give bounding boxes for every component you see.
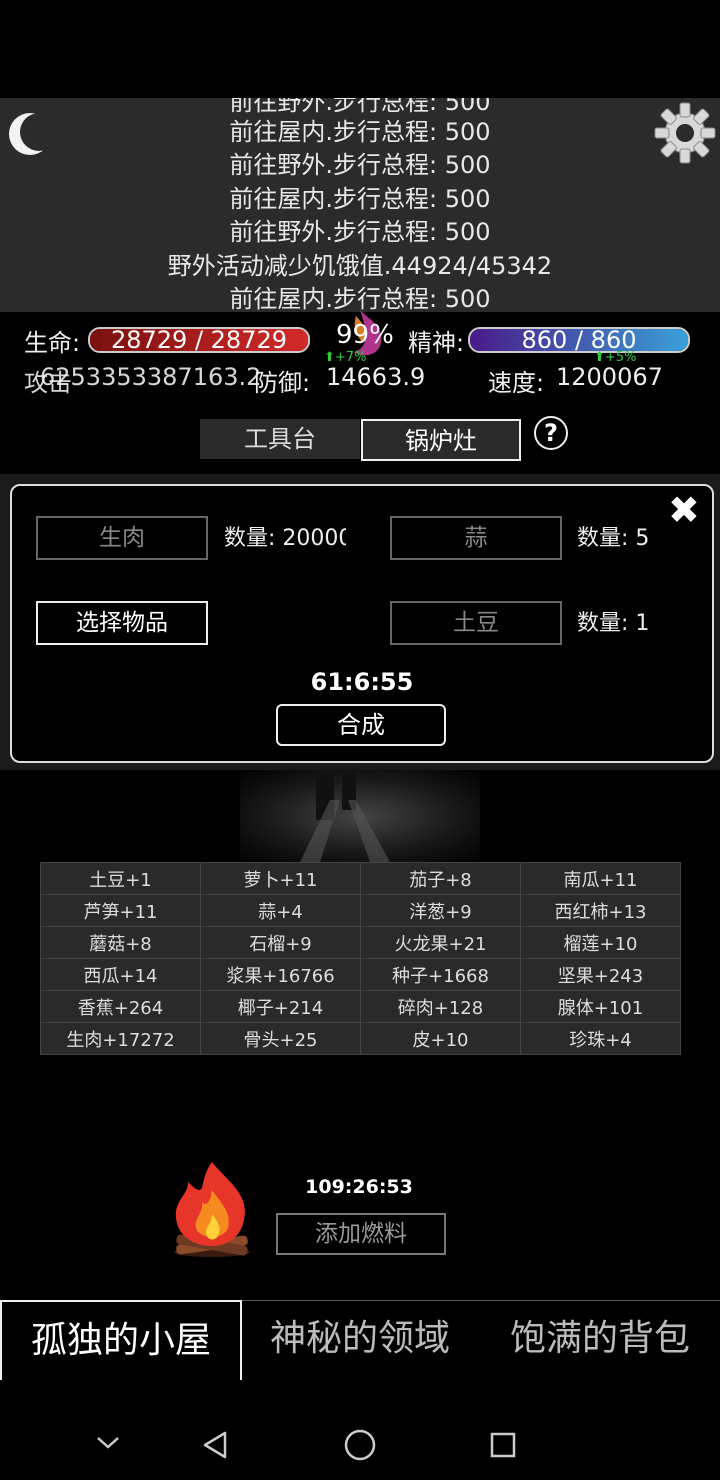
inventory-item[interactable]: 萝卜+11 bbox=[200, 862, 361, 895]
ingredient-qty: 数量: 1 bbox=[577, 611, 650, 636]
tab-workbench[interactable]: 工具台 bbox=[200, 419, 360, 459]
ingredient-slot-raw-meat[interactable]: 生肉 bbox=[36, 516, 208, 560]
inventory-item[interactable]: 西红柿+13 bbox=[520, 894, 681, 927]
percent-bonus: ⬆+7% bbox=[324, 350, 366, 365]
gear-icon[interactable] bbox=[652, 100, 718, 166]
inventory-row: 蘑菇+8 石榴+9 火龙果+21 榴莲+10 bbox=[40, 926, 681, 959]
ingredient-slot-potato[interactable]: 土豆 bbox=[390, 601, 562, 645]
home-icon[interactable] bbox=[343, 1428, 377, 1462]
status-bar bbox=[0, 0, 720, 98]
inventory-item[interactable]: 香蕉+264 bbox=[40, 990, 201, 1023]
speed-value: 1200067 bbox=[556, 363, 663, 391]
recent-apps-icon[interactable] bbox=[489, 1431, 517, 1459]
select-item-button[interactable]: 选择物品 bbox=[36, 601, 208, 645]
spirit-bar: 860 / 860 bbox=[468, 327, 690, 353]
inventory-item[interactable]: 生肉+17272 bbox=[40, 1022, 201, 1055]
inventory-item[interactable]: 火龙果+21 bbox=[360, 926, 521, 959]
inventory-row: 芦笋+11 蒜+4 洋葱+9 西红柿+13 bbox=[40, 894, 681, 927]
tab-full-backpack[interactable]: 饱满的背包 bbox=[480, 1300, 720, 1378]
chevron-down-icon[interactable] bbox=[94, 1434, 122, 1452]
log-line: 野外活动减少饥饿值.44924/45342 bbox=[167, 252, 553, 280]
inventory-item[interactable]: 西瓜+14 bbox=[40, 958, 201, 991]
inventory-item[interactable]: 碎肉+128 bbox=[360, 990, 521, 1023]
attack-value: 6253353387163.2 bbox=[40, 363, 262, 391]
inventory-item[interactable]: 浆果+16766 bbox=[200, 958, 361, 991]
defense-label: 防御: bbox=[254, 369, 311, 397]
defense-value: 14663.9 bbox=[326, 363, 426, 391]
inventory-item[interactable]: 芦笋+11 bbox=[40, 894, 201, 927]
inventory-item[interactable]: 南瓜+11 bbox=[520, 862, 681, 895]
log-line: 前往野外.步行总程: 500 bbox=[229, 151, 491, 179]
help-icon[interactable]: ? bbox=[534, 416, 568, 450]
close-icon[interactable]: ✖ bbox=[668, 488, 700, 532]
inventory-item[interactable]: 珍珠+4 bbox=[520, 1022, 681, 1055]
event-log: 前往野外.步行总程: 500 前往屋内.步行总程: 500 前往野外.步行总程:… bbox=[0, 98, 720, 312]
ingredient-qty: 数量: 20000 bbox=[224, 526, 346, 551]
inventory-item[interactable]: 榴莲+10 bbox=[520, 926, 681, 959]
craft-timer: 61:6:55 bbox=[310, 668, 414, 696]
tab-boiler[interactable]: 锅炉灶 bbox=[361, 419, 521, 461]
inventory-item[interactable]: 石榴+9 bbox=[200, 926, 361, 959]
ingredient-slot-garlic[interactable]: 蒜 bbox=[390, 516, 562, 560]
inventory-grid: 土豆+1 萝卜+11 茄子+8 南瓜+11 芦笋+11 蒜+4 洋葱+9 西红柿+13 蘑菇+8… bbox=[40, 862, 681, 1055]
craft-button[interactable]: 合成 bbox=[276, 704, 446, 746]
moon-icon[interactable] bbox=[6, 110, 58, 160]
life-bar: 28729 / 28729 bbox=[88, 327, 310, 353]
spirit-value: 860 / 860 bbox=[521, 327, 637, 353]
inventory-item[interactable]: 坚果+243 bbox=[520, 958, 681, 991]
inventory-item[interactable]: 骨头+25 bbox=[200, 1022, 361, 1055]
log-line: 前往野外.步行总程: 500 bbox=[229, 218, 491, 246]
life-value: 28729 / 28729 bbox=[110, 327, 288, 353]
inventory-item[interactable]: 洋葱+9 bbox=[360, 894, 521, 927]
inventory-row: 香蕉+264 椰子+214 碎肉+128 腺体+101 bbox=[40, 990, 681, 1023]
inventory-item[interactable]: 腺体+101 bbox=[520, 990, 681, 1023]
inventory-item[interactable]: 椰子+214 bbox=[200, 990, 361, 1023]
inventory-item[interactable]: 土豆+1 bbox=[40, 862, 201, 895]
add-fuel-button[interactable]: 添加燃料 bbox=[276, 1213, 446, 1255]
inventory-item[interactable]: 蘑菇+8 bbox=[40, 926, 201, 959]
spirit-label: 精神: bbox=[408, 329, 465, 357]
back-icon[interactable] bbox=[200, 1430, 230, 1460]
life-label: 生命: bbox=[24, 329, 81, 357]
inventory-row: 西瓜+14 浆果+16766 种子+1668 坚果+243 bbox=[40, 958, 681, 991]
inventory-item[interactable]: 蒜+4 bbox=[200, 894, 361, 927]
inventory-row: 生肉+17272 骨头+25 皮+10 珍珠+4 bbox=[40, 1022, 681, 1055]
tab-lonely-cabin[interactable]: 孤独的小屋 bbox=[0, 1300, 242, 1380]
inventory-item[interactable]: 茄子+8 bbox=[360, 862, 521, 895]
inventory-item[interactable]: 皮+10 bbox=[360, 1022, 521, 1055]
ingredient-qty: 数量: 5 bbox=[577, 526, 650, 551]
background-figure-image bbox=[240, 770, 480, 862]
log-line: 前往屋内.步行总程: 500 bbox=[229, 185, 491, 213]
inventory-row: 土豆+1 萝卜+11 茄子+8 南瓜+11 bbox=[40, 862, 681, 895]
android-nav-bar bbox=[0, 1400, 720, 1480]
fire-timer: 109:26:53 bbox=[305, 1176, 413, 1198]
speed-label: 速度: bbox=[488, 369, 545, 397]
tab-mysterious-realm[interactable]: 神秘的领域 bbox=[240, 1300, 480, 1378]
percent-value: 99% bbox=[336, 320, 394, 350]
log-line: 前往屋内.步行总程: 500 bbox=[229, 118, 491, 146]
campfire-icon bbox=[166, 1160, 258, 1260]
up-arrow-icon: ⬆ bbox=[324, 350, 335, 365]
inventory-item[interactable]: 种子+1668 bbox=[360, 958, 521, 991]
crafting-dialog: ✖ 生肉 数量: 20000 蒜 数量: 5 选择物品 土豆 数量: 1 61:… bbox=[10, 484, 714, 763]
percent-bonus-text: +7% bbox=[334, 350, 367, 365]
